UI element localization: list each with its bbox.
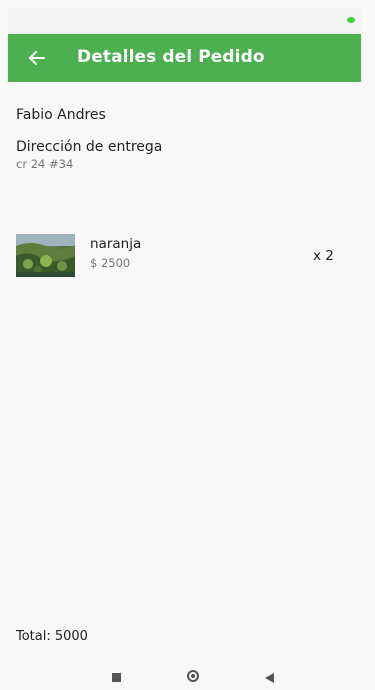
item-quantity: x 2 [313,248,334,264]
circle-icon[interactable] [187,670,199,682]
triangle-back-icon[interactable] [265,673,274,683]
item-name: naranja [90,236,142,252]
system-nav-bar [8,660,361,690]
address-label: Dirección de entrega [16,139,163,155]
order-total: Total: 5000 [16,629,88,644]
item-price: $ 2500 [90,256,131,270]
status-indicator-icon [347,17,355,23]
status-bar [8,8,361,34]
address-value: cr 24 #34 [16,157,74,171]
page-title: Detalles del Pedido [77,47,265,67]
list-item[interactable]: naranja $ 2500 x 2 [16,232,361,278]
arrow-back-icon[interactable] [24,45,50,71]
square-icon[interactable] [112,673,121,682]
screen: Detalles del Pedido Fabio Andres Direcci… [0,0,375,690]
product-image [16,234,75,277]
customer-name: Fabio Andres [16,107,106,123]
app-bar: Detalles del Pedido [8,34,361,82]
order-details: Fabio Andres Dirección de entrega cr 24 … [8,82,361,660]
